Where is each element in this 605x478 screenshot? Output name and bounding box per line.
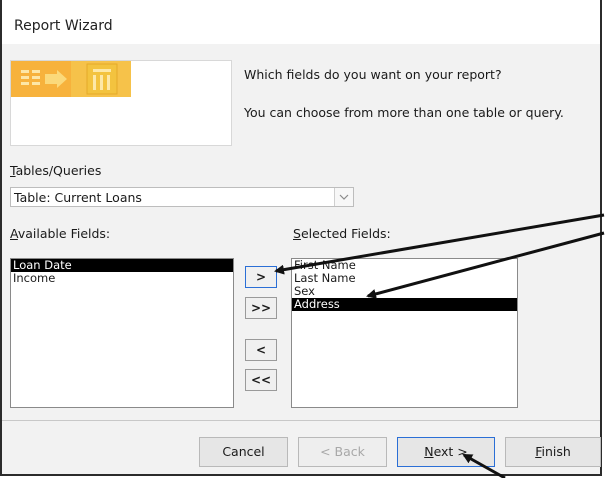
tables-queries-label: Tables/Queries	[10, 163, 102, 178]
window-title: Report Wizard	[14, 18, 113, 34]
selected-fields-listbox[interactable]: First Name Last Name Sex Address	[291, 258, 518, 408]
add-field-button[interactable]: >	[245, 266, 277, 288]
add-all-fields-button[interactable]: >>	[245, 297, 277, 319]
chevron-down-icon	[339, 194, 349, 200]
remove-all-fields-button[interactable]: <<	[245, 369, 277, 391]
title-bar: Report Wizard	[2, 0, 600, 44]
list-item-address[interactable]: Address	[292, 298, 517, 311]
tables-queries-selected-value: Table: Current Loans	[14, 190, 142, 205]
remove-field-button[interactable]: <	[245, 339, 277, 361]
report-wizard-icon	[11, 61, 131, 97]
available-fields-label: Available Fields:	[10, 226, 111, 241]
list-item-income[interactable]: Income	[11, 272, 233, 285]
tables-queries-select[interactable]: Table: Current Loans	[10, 187, 354, 207]
cancel-button[interactable]: Cancel	[199, 437, 288, 467]
wizard-illustration	[10, 60, 232, 146]
footer-divider	[2, 420, 600, 421]
report-wizard-dialog: Report Wizard Which fields do you want o…	[0, 0, 602, 476]
list-item-last-name[interactable]: Last Name	[292, 272, 517, 285]
finish-button[interactable]: Finish	[505, 437, 601, 467]
available-fields-listbox[interactable]: Loan Date Income	[10, 258, 234, 408]
next-button[interactable]: Next >	[397, 437, 495, 467]
prompt-question: Which fields do you want on your report?	[244, 67, 502, 82]
prompt-hint: You can choose from more than one table …	[244, 105, 564, 120]
dropdown-button[interactable]	[334, 188, 353, 206]
selected-fields-label: Selected Fields:	[293, 226, 391, 241]
back-button[interactable]: < Back	[298, 437, 387, 467]
